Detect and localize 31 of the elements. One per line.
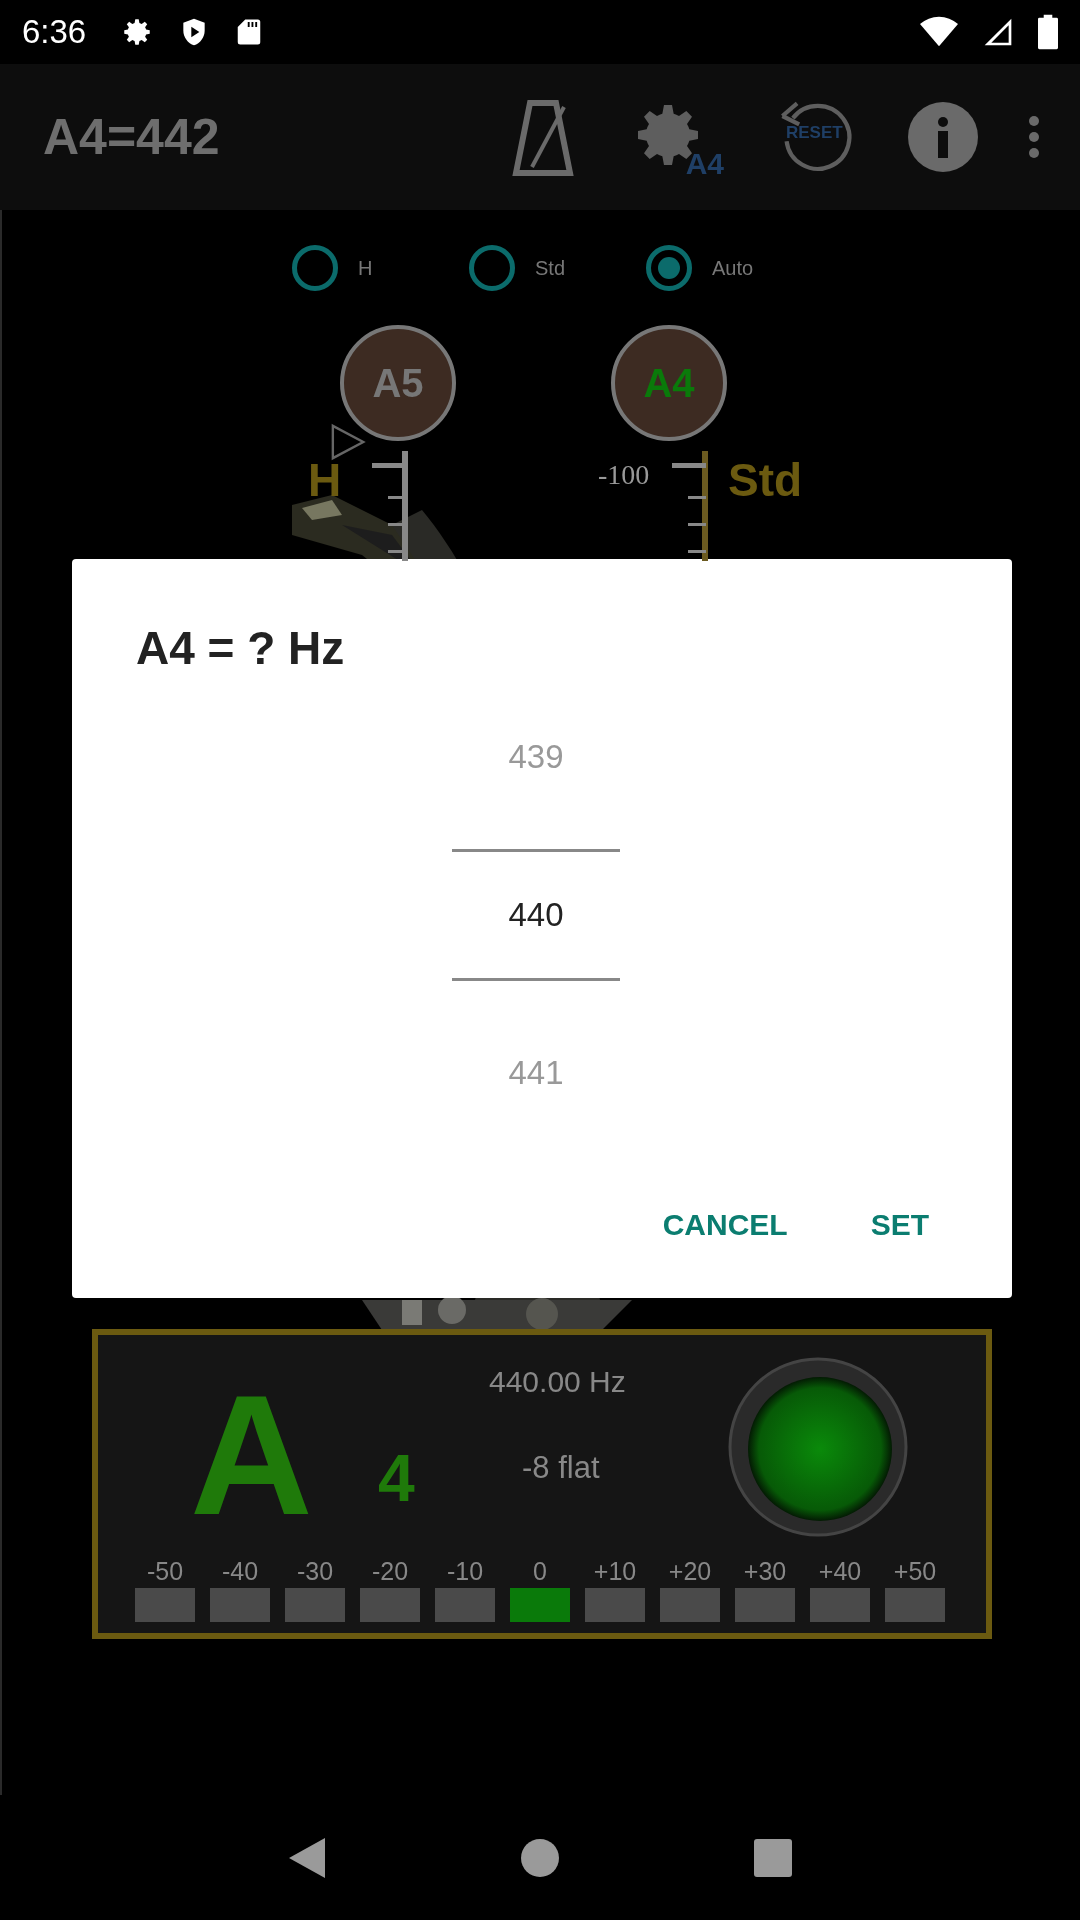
radio-label[interactable]: Auto (712, 256, 754, 280)
radio-label[interactable]: H (358, 256, 373, 280)
octave-number: 4 (378, 1440, 415, 1516)
deviation-reading: -8 flat (522, 1450, 600, 1486)
meter-label: +40 (818, 1557, 862, 1586)
scale-label: H (308, 453, 342, 507)
dialog-button[interactable]: SET (850, 1196, 949, 1254)
meter-label: -30 (296, 1557, 334, 1586)
meter-label: +50 (893, 1557, 937, 1586)
note-badge: A5 (340, 325, 456, 441)
meter-label: -50 (146, 1557, 184, 1586)
picker-value[interactable]: 441 (452, 1007, 620, 1139)
radio-label[interactable]: Std (535, 256, 566, 280)
meter-label: -10 (446, 1557, 484, 1586)
dialog-title: A4 = ? Hz (136, 621, 346, 675)
dialog-button[interactable]: CANCEL (642, 1196, 808, 1254)
meter-label: +10 (593, 1557, 637, 1586)
scale-label: Std (728, 453, 803, 507)
meter-label: 0 (533, 1557, 547, 1586)
meter-label: -20 (371, 1557, 409, 1586)
scale-reading: -100 (598, 459, 650, 491)
meter-label: -40 (221, 1557, 259, 1586)
meter-label: +30 (743, 1557, 787, 1586)
picker-value[interactable]: 440 (452, 849, 620, 981)
note-badge: A4 (611, 325, 727, 441)
picker-value[interactable]: 439 (452, 691, 620, 823)
status-time: 6:36 (22, 13, 87, 51)
app-title: A4=442 (43, 108, 220, 166)
note-name: A (190, 1370, 313, 1540)
meter-label: +20 (668, 1557, 712, 1586)
frequency-reading: 440.00 Hz (489, 1365, 626, 1399)
